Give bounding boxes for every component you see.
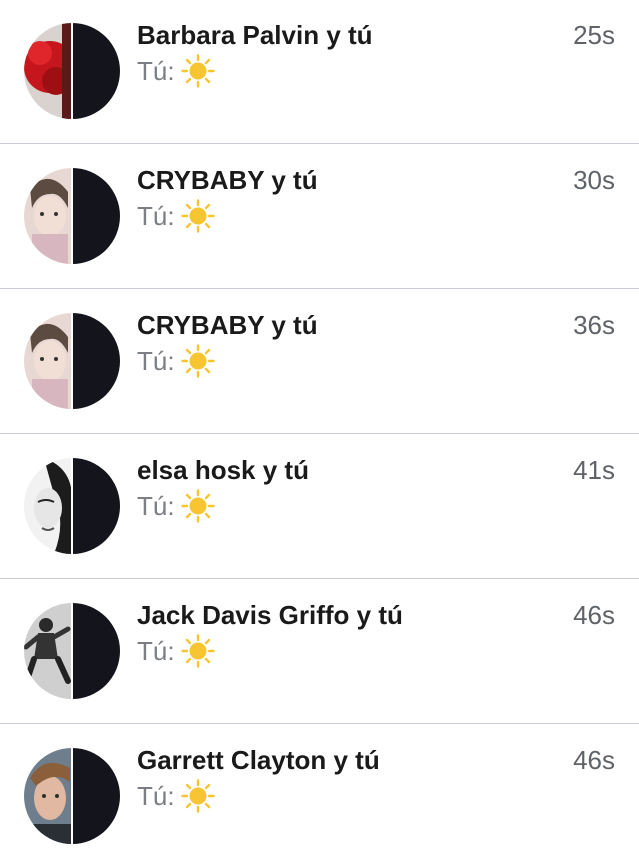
conversation-row[interactable]: Jack Davis Griffo y tú 46s Tú: [0, 580, 639, 725]
conversation-name: CRYBABY y tú [137, 165, 318, 195]
conversation-row[interactable]: elsa hosk y tú 41s Tú: [0, 435, 639, 580]
conversation-row[interactable]: Garrett Clayton y tú 46s Tú: [0, 725, 639, 863]
group-avatar [24, 748, 120, 844]
preview-prefix: Tú: [137, 346, 175, 376]
conversation-time: 46s [573, 600, 615, 630]
group-avatar [24, 603, 120, 699]
sun-emoji-icon [180, 344, 215, 378]
row-divider [0, 433, 639, 434]
conversation-preview: Tú: [137, 54, 215, 88]
conversation-row[interactable]: CRYBABY y tú 36s Tú: [0, 290, 639, 435]
conversation-preview: Tú: [137, 779, 215, 813]
preview-prefix: Tú: [137, 56, 175, 86]
conversation-time: 36s [573, 310, 615, 340]
conversation-time: 25s [573, 20, 615, 50]
conversation-row[interactable]: Barbara Palvin y tú 25s Tú: [0, 0, 639, 145]
group-avatar [24, 168, 120, 264]
preview-prefix: Tú: [137, 491, 175, 521]
conversation-name: Garrett Clayton y tú [137, 745, 380, 775]
sun-emoji-icon [180, 199, 215, 233]
conversation-preview: Tú: [137, 199, 215, 233]
conversation-time: 46s [573, 745, 615, 775]
sun-emoji-icon [180, 54, 215, 88]
conversation-name: Barbara Palvin y tú [137, 20, 373, 50]
sun-emoji-icon [180, 779, 215, 813]
sun-emoji-icon [180, 489, 215, 523]
row-divider [0, 578, 639, 579]
sun-emoji-icon [180, 634, 215, 668]
preview-prefix: Tú: [137, 201, 175, 231]
preview-prefix: Tú: [137, 781, 175, 811]
row-divider [0, 723, 639, 724]
conversation-time: 30s [573, 165, 615, 195]
preview-prefix: Tú: [137, 636, 175, 666]
conversation-row[interactable]: CRYBABY y tú 30s Tú: [0, 145, 639, 290]
row-divider [0, 288, 639, 289]
conversation-time: 41s [573, 455, 615, 485]
conversation-preview: Tú: [137, 344, 215, 378]
conversation-preview: Tú: [137, 489, 215, 523]
group-avatar [24, 458, 120, 554]
conversation-name: CRYBABY y tú [137, 310, 318, 340]
group-avatar [24, 23, 120, 119]
conversation-list: Barbara Palvin y tú 25s Tú: CRYBABY y tú… [0, 0, 639, 844]
conversation-preview: Tú: [137, 634, 215, 668]
conversation-name: elsa hosk y tú [137, 455, 309, 485]
group-avatar [24, 313, 120, 409]
row-divider [0, 143, 639, 144]
conversation-name: Jack Davis Griffo y tú [137, 600, 403, 630]
